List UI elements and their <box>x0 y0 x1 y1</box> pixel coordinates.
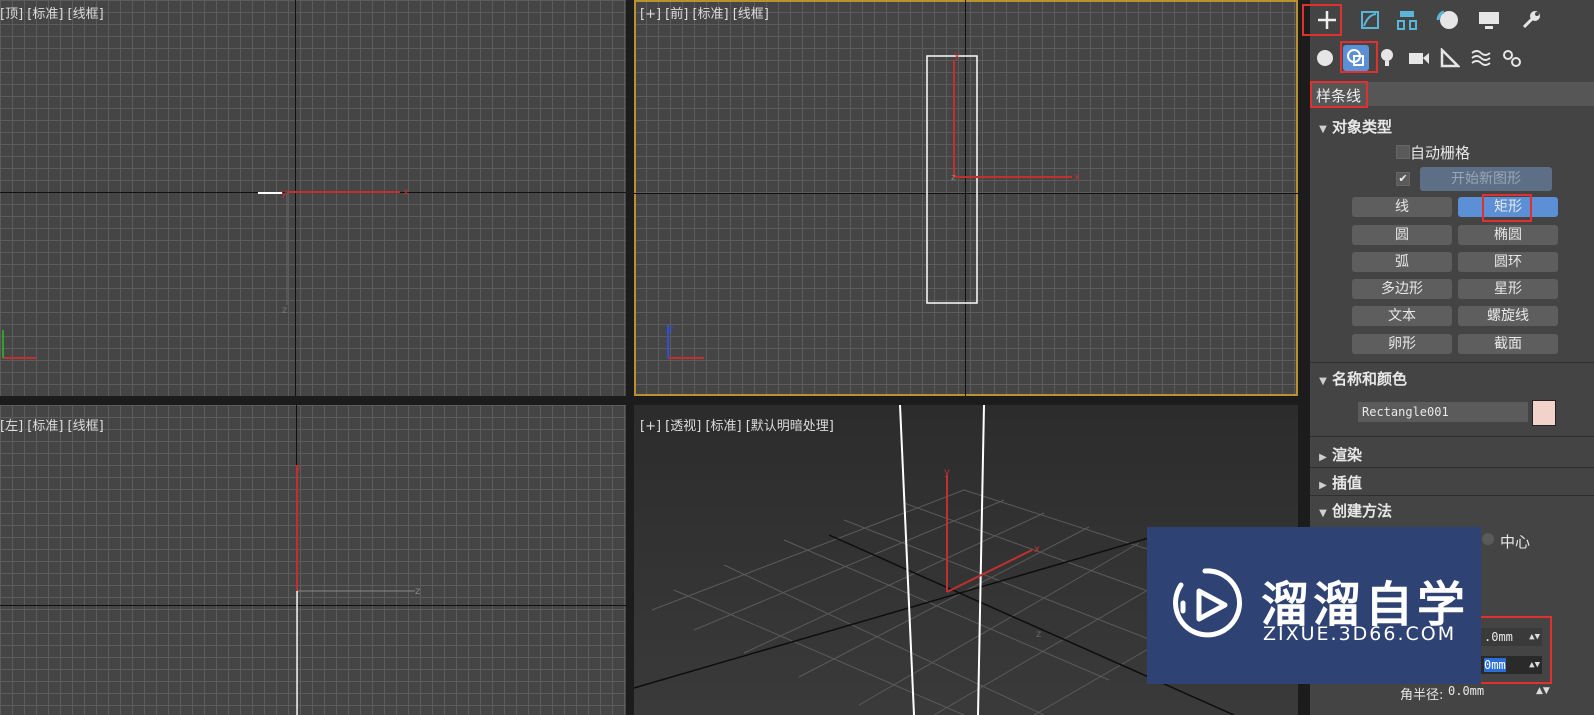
category-dropdown-highlight <box>1310 81 1368 108</box>
render-header[interactable]: ▶ 渲染 <box>1310 444 1594 468</box>
params-highlight <box>1476 616 1552 684</box>
svg-text:x: x <box>1074 172 1080 183</box>
center-radio[interactable] <box>1482 533 1494 545</box>
svg-text:z: z <box>415 586 420 597</box>
collapse-arrow-icon: ▼ <box>1319 508 1327 519</box>
watermark-logo: 溜溜自学 ZIXUE.3D66.COM <box>1147 527 1481 684</box>
shape-button-arc[interactable]: 弧 <box>1352 252 1452 272</box>
shape-button-label: 文本 <box>1388 308 1416 324</box>
gizmo-front: x y z z <box>667 50 1080 359</box>
shape-button-text[interactable]: 文本 <box>1352 306 1452 326</box>
utilities-tab-icon[interactable] <box>1514 6 1548 34</box>
interpolation-title: 插值 <box>1332 474 1363 492</box>
create-method-title: 创建方法 <box>1332 502 1393 520</box>
shapes-icon-highlight <box>1340 41 1378 73</box>
gizmo-left: y z <box>295 463 420 715</box>
auto-grid-label: 自动栅格 <box>1410 144 1471 162</box>
corner-radius-label: 角半径: <box>1400 688 1444 703</box>
start-new-shape-button[interactable]: 开始新图形 <box>1420 167 1552 191</box>
shape-button-helix[interactable]: 螺旋线 <box>1458 306 1558 326</box>
svg-text:y: y <box>281 188 287 199</box>
shape-button-donut[interactable]: 圆环 <box>1458 252 1558 272</box>
svg-text:y: y <box>954 50 960 61</box>
viewport-perspective-label[interactable]: [+] [透视] [标准] [默认明暗处理] <box>640 415 834 434</box>
object-type-title: 对象类型 <box>1332 118 1393 136</box>
create-method-header[interactable]: ▼ 创建方法 <box>1310 500 1594 524</box>
shape-button-label: 截面 <box>1494 336 1522 352</box>
shape-button-label: 圆环 <box>1494 254 1522 270</box>
divider <box>1310 495 1594 496</box>
svg-text:x: x <box>1034 544 1040 555</box>
shape-button-egg[interactable]: 卵形 <box>1352 334 1452 354</box>
object-name-input[interactable]: Rectangle001 <box>1358 402 1528 422</box>
display-tab-icon[interactable] <box>1472 6 1506 34</box>
viewport-left-label[interactable]: [左] [标准] [线框] <box>0 415 104 434</box>
shape-button-label: 卵形 <box>1388 336 1416 352</box>
rectangle-button-highlight <box>1482 194 1532 222</box>
svg-text:x: x <box>403 187 409 198</box>
gizmo-top: x y z <box>2 187 409 359</box>
shape-button-star[interactable]: 星形 <box>1458 279 1558 299</box>
viewport-front-label[interactable]: [+] [前] [标准] [线框] <box>640 3 769 22</box>
shape-button-section[interactable]: 截面 <box>1458 334 1558 354</box>
lights-icon[interactable] <box>1374 45 1400 71</box>
shape-button-line[interactable]: 线 <box>1352 197 1452 217</box>
center-radio-label: 中心 <box>1500 533 1531 551</box>
start-new-shape-checkbox[interactable]: ✔ <box>1396 172 1410 186</box>
motion-tab-icon[interactable] <box>1430 6 1464 34</box>
name-color-header[interactable]: ▼ 名称和颜色 <box>1310 368 1594 392</box>
svg-text:y: y <box>295 463 301 474</box>
viewport-top-label[interactable]: [顶] [标准] [线框] <box>0 3 104 22</box>
expand-arrow-icon: ▶ <box>1319 480 1327 491</box>
object-color-swatch[interactable] <box>1532 400 1556 426</box>
hierarchy-tab-icon[interactable] <box>1390 6 1424 34</box>
divider <box>1310 467 1594 468</box>
viewport-left[interactable]: y z [左] [标准] [线框] <box>0 405 626 715</box>
object-type-header[interactable]: ▼ 对象类型 <box>1310 116 1594 140</box>
viewport-front[interactable]: x y z z [+] [前] [标准] [线框] <box>634 0 1298 396</box>
shape-button-label: 多边形 <box>1381 281 1423 297</box>
collapse-arrow-icon: ▼ <box>1319 124 1327 135</box>
divider <box>1310 362 1594 363</box>
collapse-arrow-icon: ▼ <box>1319 376 1327 387</box>
start-new-shape-label: 开始新图形 <box>1451 171 1521 187</box>
corner-radius-value[interactable]: 0.0mm <box>1448 684 1484 698</box>
modify-tab-icon[interactable] <box>1353 6 1387 34</box>
shape-button-label: 椭圆 <box>1494 227 1522 243</box>
systems-icon[interactable] <box>1499 45 1525 71</box>
play-logo-icon <box>1173 568 1242 638</box>
geometry-icon[interactable] <box>1312 45 1338 71</box>
svg-text:z: z <box>1036 629 1041 640</box>
svg-text:y: y <box>944 467 950 478</box>
viewport-top[interactable]: x y z [顶] [标准] [线框] <box>0 0 626 396</box>
name-color-title: 名称和颜色 <box>1332 370 1408 388</box>
svg-text:z: z <box>951 173 956 183</box>
helpers-icon[interactable] <box>1437 45 1463 71</box>
auto-grid-checkbox[interactable] <box>1396 145 1410 159</box>
expand-arrow-icon: ▶ <box>1319 452 1327 463</box>
shape-button-label: 螺旋线 <box>1487 308 1529 324</box>
shape-button-label: 线 <box>1395 199 1409 215</box>
interpolation-header[interactable]: ▶ 插值 <box>1310 472 1594 496</box>
spacewarps-icon[interactable] <box>1468 45 1494 71</box>
shape-button-circle[interactable]: 圆 <box>1352 225 1452 245</box>
watermark-url: ZIXUE.3D66.COM <box>1263 623 1457 645</box>
object-name-value: Rectangle001 <box>1362 405 1449 419</box>
shape-button-label: 弧 <box>1395 254 1409 270</box>
shape-button-ngon[interactable]: 多边形 <box>1352 279 1452 299</box>
svg-text:z: z <box>282 305 287 316</box>
shape-button-label: 圆 <box>1395 227 1409 243</box>
shape-button-ellipse[interactable]: 椭圆 <box>1458 225 1558 245</box>
create-tab-highlight <box>1302 4 1342 36</box>
divider <box>1310 436 1594 437</box>
spinner-arrows-icon[interactable]: ▲▼ <box>1536 686 1550 696</box>
svg-text:z: z <box>668 324 673 335</box>
shape-button-label: 星形 <box>1494 281 1522 297</box>
cameras-icon[interactable] <box>1406 45 1432 71</box>
render-title: 渲染 <box>1332 446 1363 464</box>
